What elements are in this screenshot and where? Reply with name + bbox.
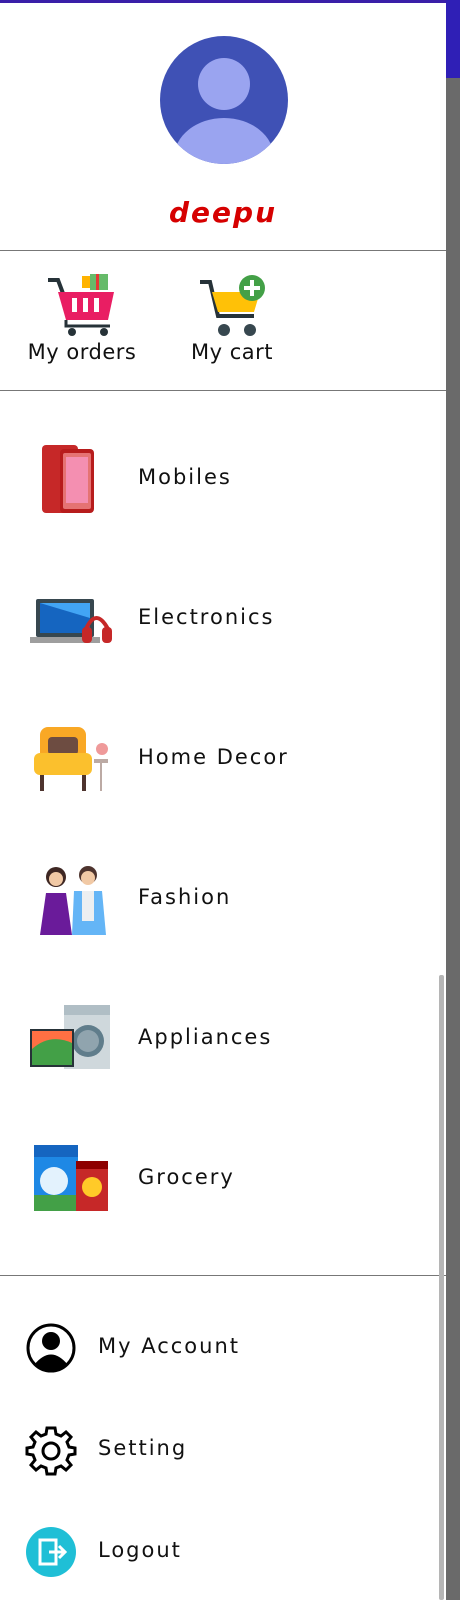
setting-item[interactable]: Setting — [0, 1422, 446, 1482]
mobile-phone-icon — [42, 445, 94, 513]
armchair-icon — [34, 727, 108, 791]
divider — [0, 1275, 446, 1276]
cart-add-icon — [200, 275, 265, 336]
my-orders-button[interactable]: My orders — [22, 274, 142, 366]
logout-label: Logout — [98, 1538, 182, 1562]
account-circle-icon — [26, 1323, 76, 1373]
my-orders-label: My orders — [27, 340, 137, 364]
category-mobiles[interactable]: Mobiles — [0, 443, 446, 533]
shopping-basket-icon — [48, 274, 114, 336]
laptop-headphones-icon — [30, 599, 112, 643]
category-grocery[interactable]: Grocery — [0, 1143, 446, 1233]
navigation-drawer: deepu My orders My cart Mobiles Electron… — [0, 0, 446, 1600]
scrollbar[interactable] — [439, 975, 444, 1600]
avatar[interactable] — [160, 36, 288, 164]
category-label: Appliances — [138, 1025, 273, 1049]
grocery-pack-icon — [34, 1145, 108, 1211]
my-cart-button[interactable]: My cart — [172, 274, 292, 366]
category-appliances[interactable]: Appliances — [0, 1003, 446, 1093]
category-label: Fashion — [138, 885, 232, 909]
divider — [0, 390, 446, 391]
avatar-body — [174, 118, 274, 164]
gear-icon — [25, 1426, 77, 1476]
avatar-head — [198, 58, 250, 110]
logout-icon — [26, 1527, 76, 1577]
category-home-decor[interactable]: Home Decor — [0, 723, 446, 813]
fashion-couple-icon — [40, 866, 106, 935]
category-label: Electronics — [138, 605, 275, 629]
background-scrim[interactable] — [446, 0, 460, 1600]
username: deepu — [169, 196, 277, 229]
my-account-item[interactable]: My Account — [0, 1320, 446, 1380]
category-label: Grocery — [138, 1165, 235, 1189]
category-label: Home Decor — [138, 745, 289, 769]
category-label: Mobiles — [138, 465, 232, 489]
category-electronics[interactable]: Electronics — [0, 583, 446, 673]
tv-washer-icon — [30, 1005, 110, 1069]
app-bar-edge — [446, 0, 460, 78]
logout-item[interactable]: Logout — [0, 1524, 446, 1584]
category-fashion[interactable]: Fashion — [0, 863, 446, 953]
status-line — [0, 0, 446, 3]
my-cart-label: My cart — [190, 340, 273, 364]
my-account-label: My Account — [98, 1334, 241, 1358]
setting-label: Setting — [98, 1436, 188, 1460]
divider — [0, 250, 446, 251]
